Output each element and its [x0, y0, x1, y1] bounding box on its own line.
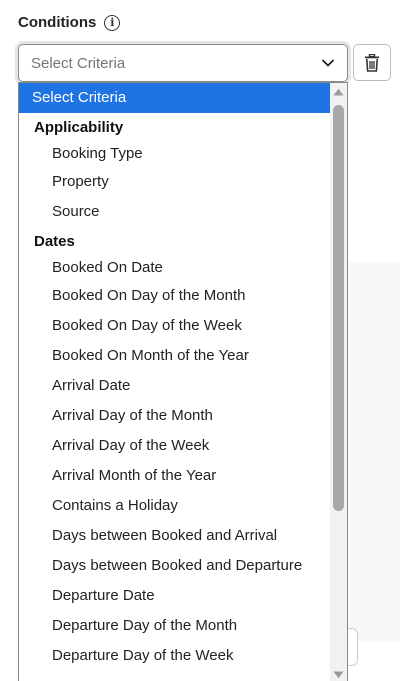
criteria-dropdown-list[interactable]: Select Criteria Applicability Booking Typ… [18, 82, 348, 681]
criteria-select[interactable]: Select Criteria [18, 44, 348, 82]
option-list: Select Criteria Applicability Booking Typ… [19, 83, 330, 671]
option-group-label: Dates [34, 233, 75, 250]
conditions-header: Conditions i [18, 14, 121, 31]
dropdown-option[interactable]: Booked On Month of the Year [19, 341, 330, 371]
dropdown-option[interactable]: Arrival Month of the Year [19, 461, 330, 491]
dropdown-option[interactable]: Departure Day of the Week [19, 641, 330, 671]
dropdown-option[interactable]: Days between Booked and Departure [19, 551, 330, 581]
dropdown-option[interactable]: Arrival Day of the Month [19, 401, 330, 431]
criteria-select-placeholder: Select Criteria [31, 54, 126, 72]
dropdown-option[interactable]: Days between Booked and Arrival [19, 521, 330, 551]
dropdown-option[interactable]: Source [19, 197, 330, 227]
dropdown-option[interactable]: Contains a Holiday [19, 491, 330, 521]
dropdown-option[interactable]: Booked On Day of the Month [19, 281, 330, 311]
option-select-criteria[interactable]: Select Criteria [19, 83, 330, 113]
chevron-down-icon [322, 59, 334, 67]
dropdown-option[interactable]: Property [19, 167, 330, 197]
background-panel [348, 262, 400, 642]
dropdown-option[interactable]: Booked On Date [19, 255, 330, 281]
dropdown-option[interactable]: Arrival Date [19, 371, 330, 401]
scroll-down-arrow-icon[interactable] [330, 666, 347, 681]
info-icon[interactable]: i [104, 14, 121, 31]
option-group-label: Applicability [34, 119, 124, 136]
conditions-title: Conditions [18, 14, 97, 31]
dropdown-option[interactable]: Booked On Day of the Week [19, 311, 330, 341]
scrollbar-thumb[interactable] [333, 105, 344, 511]
dropdown-scrollbar[interactable] [330, 83, 347, 681]
dropdown-option[interactable]: Departure Date [19, 581, 330, 611]
dropdown-option[interactable]: Booking Type [19, 141, 330, 167]
dropdown-option[interactable]: Arrival Day of the Week [19, 431, 330, 461]
dropdown-option[interactable]: Departure Day of the Month [19, 611, 330, 641]
delete-condition-button[interactable] [353, 44, 391, 81]
conditions-panel: Conditions i Select Criteria Select Crit… [0, 0, 400, 681]
scroll-up-arrow-icon[interactable] [330, 83, 347, 100]
trash-icon [365, 53, 379, 72]
